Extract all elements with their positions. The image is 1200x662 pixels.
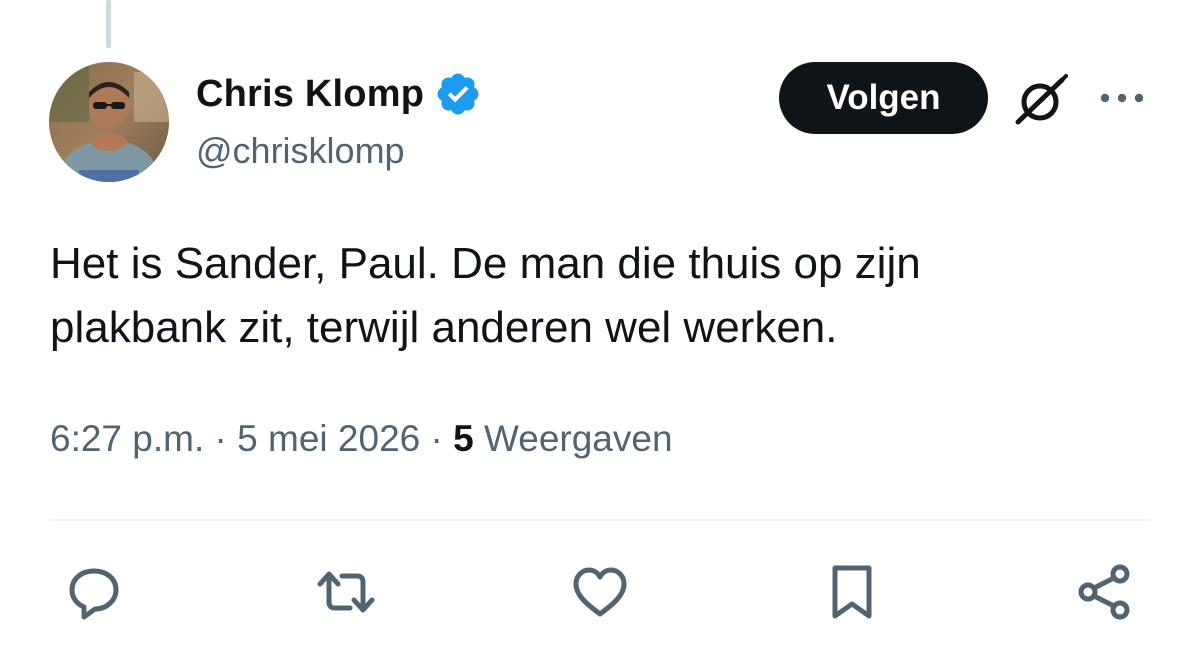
bookmark-icon — [832, 565, 872, 619]
meta-separator: · — [214, 418, 227, 459]
verified-badge-icon[interactable] — [434, 70, 482, 118]
follow-button[interactable]: Volgen — [779, 62, 988, 134]
share-button[interactable] — [1074, 562, 1134, 622]
views-count[interactable]: 5 — [453, 418, 474, 459]
display-name[interactable]: Chris Klomp — [196, 73, 424, 116]
tweet-meta: 6:27 p.m. · 5 mei 2026 · 5 Weergaven — [50, 418, 673, 460]
author-name-row[interactable]: Chris Klomp — [196, 70, 482, 118]
like-icon — [573, 567, 627, 617]
tweet-date[interactable]: 5 mei 2026 — [237, 418, 420, 459]
tweet-text: Het is Sander, Paul. De man die thuis op… — [50, 232, 1150, 360]
tweet-text-line: Het is Sander, Paul. De man die thuis op… — [50, 239, 921, 288]
share-icon — [1078, 564, 1130, 620]
thread-connector-line — [106, 0, 111, 48]
bookmark-button[interactable] — [822, 562, 882, 622]
views-label[interactable]: Weergaven — [484, 418, 673, 459]
tweet-text-line: plakbank zit, terwijl anderen wel werken… — [50, 303, 838, 352]
retweet-button[interactable] — [316, 562, 376, 622]
more-dots-icon[interactable] — [1097, 88, 1147, 108]
meta-separator: · — [430, 418, 443, 459]
reply-button[interactable] — [64, 562, 124, 622]
like-button[interactable] — [570, 562, 630, 622]
grok-icon[interactable] — [1012, 70, 1072, 130]
author-handle[interactable]: @chrisklomp — [196, 130, 405, 172]
profile-photo-icon — [49, 62, 169, 182]
avatar[interactable] — [49, 62, 169, 182]
retweet-icon — [317, 571, 375, 613]
reply-icon — [69, 568, 119, 620]
divider — [50, 519, 1150, 521]
tweet-time[interactable]: 6:27 p.m. — [50, 418, 204, 459]
